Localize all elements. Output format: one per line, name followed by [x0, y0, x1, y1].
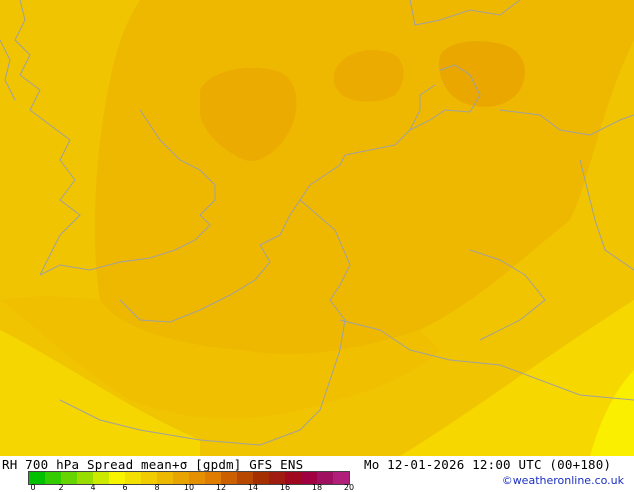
colorbar-tick-label: 18: [311, 483, 323, 492]
colorbar-tick-label: 16: [279, 483, 291, 492]
colorbar-tick-label: 10: [183, 483, 195, 492]
colorbar-tick-label: 0: [30, 483, 36, 492]
colorbar-tick-label: 6: [122, 483, 128, 492]
map-footer: RH 700 hPa Spread mean+σ [gpdm] GFS ENS …: [0, 456, 634, 492]
colorbar-tick-label: 14: [247, 483, 259, 492]
colorbar-tick-label: 20: [343, 483, 355, 492]
site-credit[interactable]: ©weatheronline.co.uk: [502, 474, 624, 487]
colorbar-tick-label: 2: [58, 483, 64, 492]
colorbar-tick-label: 4: [90, 483, 96, 492]
colorbar-tick-label: 8: [154, 483, 160, 492]
valid-time: Mo 12-01-2026 12:00 UTC (00+180): [364, 457, 612, 472]
weather-map: [0, 0, 634, 456]
product-title: RH 700 hPa Spread mean+σ [gpdm] GFS ENS: [2, 457, 304, 472]
colorbar-tick-label: 12: [215, 483, 227, 492]
